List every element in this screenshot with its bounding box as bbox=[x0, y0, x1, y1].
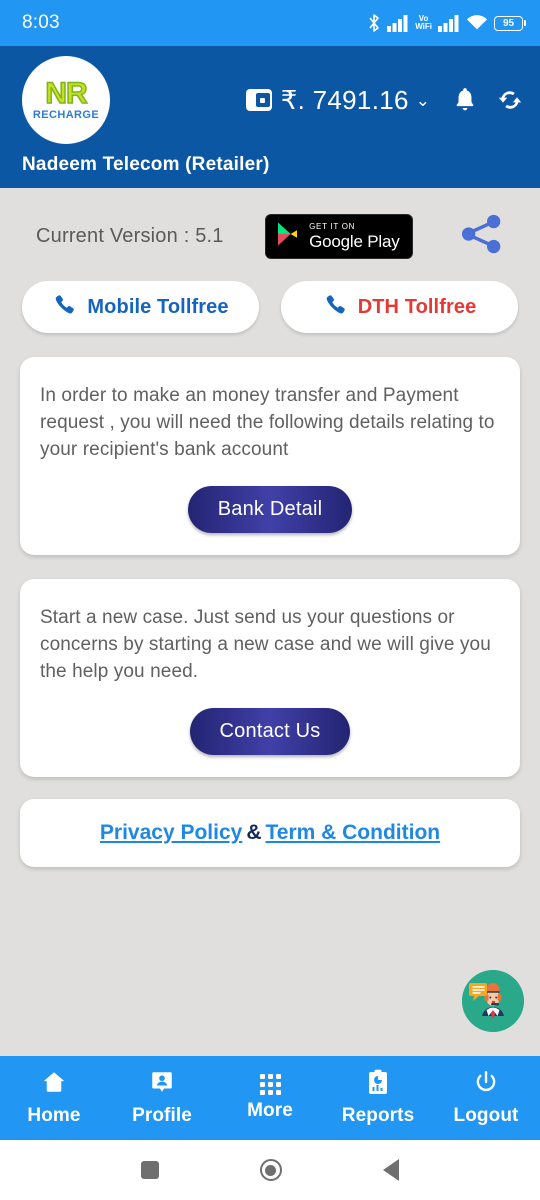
signal-bars-2-icon bbox=[438, 14, 460, 32]
version-row: Current Version : 5.1 GET IT ON Google P… bbox=[20, 188, 520, 277]
wallet-balance-amount: ₹. 7491.16 bbox=[280, 84, 409, 115]
support-agent-avatar bbox=[462, 970, 524, 1032]
support-agent-fab[interactable] bbox=[462, 970, 524, 1032]
app-header: NR RECHARGE ₹. 7491.16 ⌄ Nadeem Telecom … bbox=[0, 46, 540, 188]
nav-item-more[interactable]: More bbox=[216, 1074, 324, 1122]
google-play-triangle-icon bbox=[276, 221, 300, 252]
recents-square-icon[interactable] bbox=[140, 1161, 159, 1179]
status-time: 8:03 bbox=[22, 12, 60, 33]
share-icon[interactable] bbox=[460, 214, 504, 259]
wifi-icon bbox=[466, 14, 488, 32]
profile-icon bbox=[149, 1069, 175, 1100]
bank-detail-card: In order to make an money transfer and P… bbox=[20, 357, 520, 555]
back-triangle-icon[interactable] bbox=[383, 1159, 400, 1181]
logo-secondary-text: RECHARGE bbox=[32, 109, 100, 121]
app-logo: NR RECHARGE bbox=[22, 56, 110, 144]
dth-tollfree-label: DTH Tollfree bbox=[357, 295, 477, 318]
nav-label-logout: Logout bbox=[453, 1105, 519, 1126]
terms-conditions-link[interactable]: Term & Condition bbox=[266, 821, 441, 844]
contact-us-card-text: Start a new case. Just send us your ques… bbox=[40, 606, 491, 682]
nav-label-more-profile: Profile bbox=[132, 1105, 192, 1126]
bell-icon[interactable] bbox=[452, 86, 478, 114]
reports-clipboard-icon bbox=[366, 1069, 390, 1100]
google-play-badge[interactable]: GET IT ON Google Play bbox=[265, 214, 413, 259]
home-icon bbox=[40, 1069, 68, 1100]
privacy-policy-link[interactable]: Privacy Policy bbox=[100, 821, 242, 844]
battery-level-label: 95 bbox=[494, 15, 523, 31]
wallet-icon bbox=[245, 89, 272, 111]
phone-icon bbox=[52, 293, 76, 322]
nav-item-logout[interactable]: Logout bbox=[432, 1069, 540, 1127]
status-bar: 8:03 Vo WiFi 95 bbox=[0, 0, 540, 46]
dth-tollfree-button[interactable]: DTH Tollfree bbox=[281, 281, 518, 333]
bottom-navigation: Home Profile More Reports Logout bbox=[0, 1056, 540, 1140]
retailer-name: Nadeem Telecom (Retailer) bbox=[22, 154, 270, 175]
battery-icon: 95 bbox=[494, 15, 526, 31]
contact-us-button[interactable]: Contact Us bbox=[189, 707, 351, 755]
status-icon-group: Vo WiFi 95 bbox=[367, 13, 526, 33]
phone-icon bbox=[323, 293, 347, 322]
logo-primary-text: NR bbox=[45, 77, 89, 110]
bluetooth-icon bbox=[367, 13, 381, 33]
play-badge-bottom-label: Google Play bbox=[309, 232, 400, 251]
play-badge-top-label: GET IT ON bbox=[309, 222, 356, 231]
contact-us-card: Start a new case. Just send us your ques… bbox=[20, 578, 520, 777]
main-content: Current Version : 5.1 GET IT ON Google P… bbox=[0, 188, 540, 867]
nav-label-reports: Reports bbox=[341, 1105, 415, 1126]
refresh-icon[interactable] bbox=[496, 86, 524, 114]
bank-detail-card-text: In order to make an money transfer and P… bbox=[40, 385, 495, 460]
nav-item-home[interactable]: Home bbox=[0, 1069, 108, 1127]
tollfree-row: Mobile Tollfree DTH Tollfree bbox=[20, 277, 520, 333]
nav-label-more: More bbox=[247, 1100, 293, 1121]
grid-icon bbox=[259, 1074, 281, 1095]
current-version-label: Current Version : 5.1 bbox=[36, 225, 224, 247]
links-separator: & bbox=[246, 820, 262, 844]
chevron-down-icon[interactable]: ⌄ bbox=[416, 92, 430, 109]
mobile-tollfree-button[interactable]: Mobile Tollfree bbox=[22, 281, 259, 333]
mobile-tollfree-label: Mobile Tollfree bbox=[87, 295, 229, 318]
vowifi-icon: Vo WiFi bbox=[415, 14, 432, 31]
nav-item-profile[interactable]: Profile bbox=[108, 1069, 216, 1127]
home-circle-icon[interactable] bbox=[259, 1159, 282, 1181]
signal-bars-icon bbox=[387, 14, 409, 32]
app-screen: 8:03 Vo WiFi 95 NR RECHARGE ₹. 7491.16 ⌄… bbox=[0, 0, 540, 1200]
nav-label-home: Home bbox=[27, 1105, 81, 1126]
android-system-nav bbox=[0, 1140, 540, 1200]
legal-links-card: Privacy Policy & Term & Condition bbox=[20, 798, 520, 867]
bank-detail-button[interactable]: Bank Detail bbox=[187, 485, 353, 533]
power-icon bbox=[473, 1069, 499, 1100]
nav-item-reports[interactable]: Reports bbox=[324, 1069, 432, 1127]
wallet-balance-button[interactable]: ₹. 7491.16 ⌄ bbox=[245, 84, 430, 116]
